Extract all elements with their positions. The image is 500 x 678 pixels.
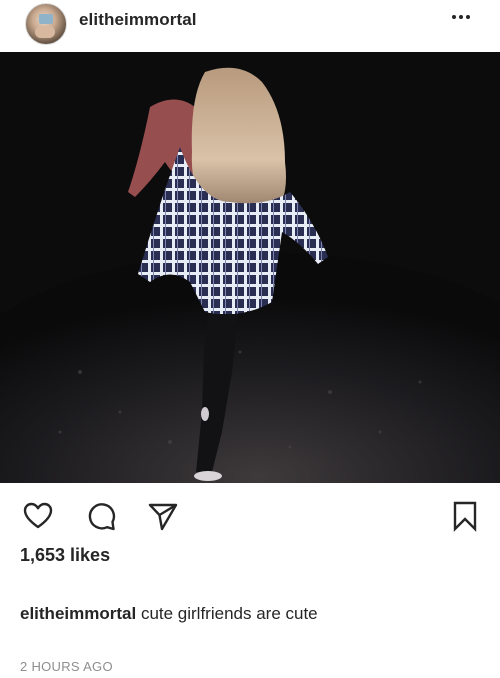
post-image[interactable] <box>0 52 500 483</box>
avatar[interactable] <box>25 3 67 45</box>
timestamp: 2 HOURS AGO <box>20 659 113 674</box>
heart-icon[interactable] <box>22 500 54 532</box>
post-header: elitheimmortal <box>0 0 500 52</box>
likes-count[interactable]: 1,653 likes <box>20 545 110 566</box>
caption-username[interactable]: elitheimmortal <box>20 604 136 623</box>
share-icon[interactable] <box>147 500 179 532</box>
avatar-camera <box>39 14 53 24</box>
comment-icon[interactable] <box>85 500 117 532</box>
avatar-hand <box>35 26 55 38</box>
username[interactable]: elitheimmortal <box>79 10 197 30</box>
more-options-icon[interactable] <box>452 11 474 23</box>
bookmark-icon[interactable] <box>449 500 481 532</box>
caption-text: cute girlfriends are cute <box>140 604 318 623</box>
caption: elitheimmortal cute girlfriends are cute <box>20 604 318 624</box>
post-actions <box>0 483 500 545</box>
